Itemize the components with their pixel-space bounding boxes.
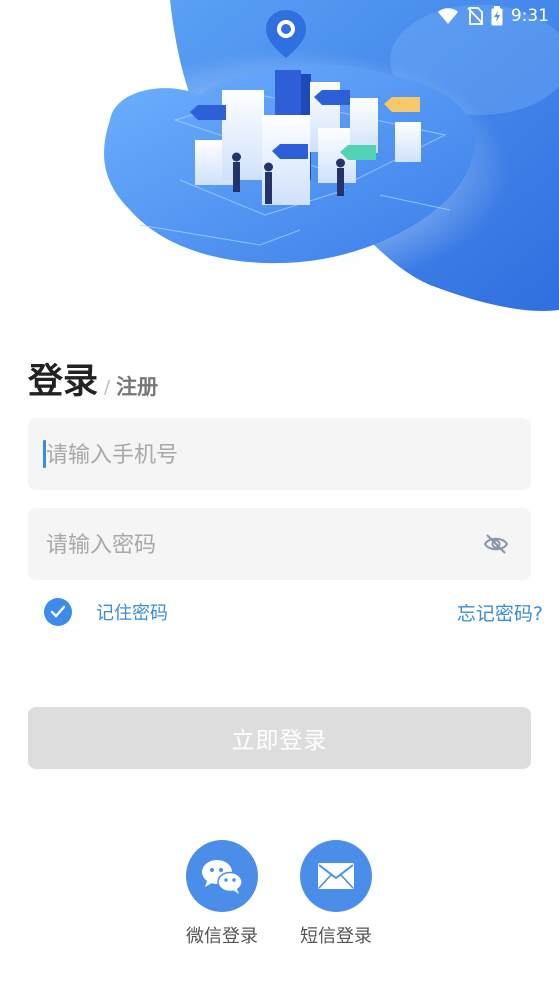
status-bar: 9:31	[437, 4, 549, 28]
remember-label[interactable]: 记住密码	[96, 599, 168, 625]
wechat-login-label[interactable]: 微信登录	[186, 922, 258, 948]
phone-field[interactable]	[28, 418, 531, 492]
remember-checkbox[interactable]	[44, 598, 72, 626]
forgot-password-link[interactable]: 忘记密码?	[457, 599, 543, 626]
no-sim-icon	[467, 7, 483, 25]
hero-illustration: 9:31	[0, 0, 559, 330]
battery-charging-icon	[491, 6, 503, 26]
sms-login-label[interactable]: 短信登录	[300, 922, 372, 948]
wechat-login[interactable]: 微信登录	[167, 840, 277, 948]
city-illustration	[70, 0, 559, 311]
password-field[interactable]	[28, 508, 531, 582]
checkmark-icon	[50, 605, 66, 618]
tab-separator: /	[104, 377, 111, 398]
sms-login[interactable]: 短信登录	[281, 840, 391, 948]
envelope-icon	[318, 863, 354, 889]
login-button[interactable]: 立即登录	[28, 707, 531, 769]
wechat-login-button[interactable]	[186, 840, 258, 912]
tab-register[interactable]: 注册	[116, 372, 158, 402]
phone-input[interactable]	[44, 418, 468, 492]
auth-tabs: 登录 / 注册	[28, 360, 158, 404]
status-time: 9:31	[510, 6, 549, 26]
password-input[interactable]	[44, 508, 468, 582]
eye-off-icon[interactable]	[483, 532, 509, 556]
wechat-icon	[202, 860, 243, 894]
wifi-icon	[437, 8, 458, 24]
text-cursor	[43, 440, 46, 468]
sms-login-button[interactable]	[300, 840, 372, 912]
remember-password[interactable]: 记住密码	[44, 598, 168, 626]
tab-login[interactable]: 登录	[28, 360, 98, 404]
